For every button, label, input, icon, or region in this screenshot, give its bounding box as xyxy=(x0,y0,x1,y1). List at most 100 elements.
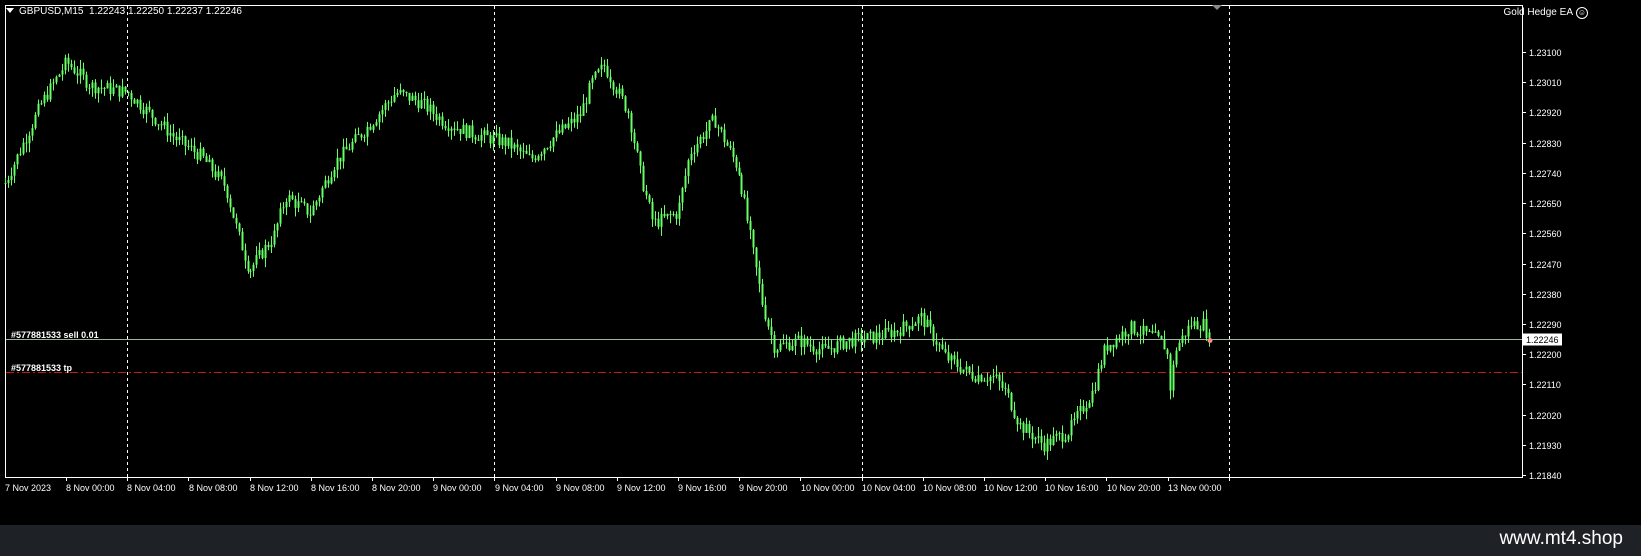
candle-body xyxy=(429,104,432,112)
candle-body xyxy=(103,88,106,90)
candle-body xyxy=(34,114,37,129)
candle-body xyxy=(866,333,869,340)
candle-body xyxy=(288,195,291,202)
candle-body xyxy=(932,326,935,342)
candle-body xyxy=(37,103,40,115)
candle-body xyxy=(1154,331,1157,333)
candle-body xyxy=(836,341,839,353)
candle-body xyxy=(699,136,702,145)
smiley-icon[interactable]: ☺ xyxy=(1576,7,1588,19)
candle-body xyxy=(941,344,944,349)
candle-body xyxy=(1019,422,1022,425)
candle-body xyxy=(1166,349,1169,355)
candle-body xyxy=(956,359,959,368)
candle-body xyxy=(480,134,483,141)
candle-body xyxy=(869,331,872,334)
candle-body xyxy=(977,375,980,382)
candle-body xyxy=(4,182,7,184)
candle-body xyxy=(585,103,588,105)
candle-body xyxy=(743,194,746,198)
candle-body xyxy=(375,122,378,126)
candle-body xyxy=(148,106,151,110)
candle-body xyxy=(136,99,139,104)
candle-body xyxy=(381,109,384,115)
candle-body xyxy=(863,339,866,343)
time-tick-label: 13 Nov 00:00 xyxy=(1168,483,1222,493)
candle-body xyxy=(1175,350,1178,365)
site-watermark: www.mt4.shop xyxy=(1499,528,1623,549)
candle-body xyxy=(112,87,115,94)
candle-body xyxy=(543,148,546,155)
candle-body xyxy=(465,124,468,139)
candle-body xyxy=(702,136,705,140)
candle-body xyxy=(232,207,235,218)
candle-body xyxy=(911,325,914,330)
candle-body xyxy=(1187,325,1190,337)
candle-body xyxy=(714,115,717,128)
time-tick-label: 10 Nov 04:00 xyxy=(862,483,916,493)
expert-advisor-label[interactable]: Gold Hedge EA ☺ xyxy=(1504,7,1588,19)
candle-body xyxy=(1169,354,1172,391)
price-chart[interactable]: 1.23100 1.23010 1.22920 1.22830 1.22740 1.226… xyxy=(0,0,1641,525)
candle-body xyxy=(459,128,462,134)
candle-body xyxy=(968,366,971,373)
candle-body xyxy=(935,341,938,345)
candle-body xyxy=(758,267,761,284)
price-tick-label: 1.22110 xyxy=(1529,380,1561,390)
candle-body xyxy=(926,319,929,328)
candle-body xyxy=(1085,407,1088,412)
candle-body xyxy=(1070,420,1073,436)
time-tick-label: 8 Nov 08:00 xyxy=(189,483,238,493)
price-tick-label: 1.21930 xyxy=(1529,441,1562,451)
candle-body xyxy=(609,76,612,83)
candle-body xyxy=(735,157,738,168)
candle-body xyxy=(333,169,336,178)
candle-body xyxy=(1097,368,1100,390)
candle-body xyxy=(1016,417,1019,425)
candle-body xyxy=(1058,433,1061,435)
candle-body xyxy=(917,316,920,324)
candle-body xyxy=(848,337,851,342)
candle-body xyxy=(1196,321,1199,330)
candle-body xyxy=(860,333,863,343)
chart-canvas[interactable]: 1.23100 1.23010 1.22920 1.22830 1.22740 1.226… xyxy=(0,0,1641,525)
candle-body xyxy=(291,195,294,200)
time-tick-label: 9 Nov 16:00 xyxy=(678,483,727,493)
candle-body xyxy=(720,127,723,130)
time-tick-label: 9 Nov 12:00 xyxy=(617,483,666,493)
candle-body xyxy=(947,352,950,361)
candle-body xyxy=(43,94,46,104)
candle-body xyxy=(468,125,471,139)
take-profit-label[interactable]: #577881533 tp xyxy=(11,363,72,373)
candle-body xyxy=(510,137,513,149)
candle-body xyxy=(426,98,429,112)
candle-body xyxy=(842,337,845,349)
candle-body xyxy=(223,176,226,186)
price-tick-label: 1.22380 xyxy=(1529,290,1562,300)
candle-body xyxy=(175,136,178,141)
candle-body xyxy=(214,171,217,178)
candle-body xyxy=(106,82,109,89)
sell-order-label[interactable]: #577881533 sell 0.01 xyxy=(11,330,99,340)
candle-body xyxy=(986,380,989,382)
candle-body xyxy=(998,374,1001,382)
dropdown-triangle-icon[interactable] xyxy=(6,8,14,13)
candle-body xyxy=(1067,435,1070,440)
candle-body xyxy=(854,332,857,347)
candle-body xyxy=(276,223,279,231)
candle-body xyxy=(621,88,624,97)
candle-body xyxy=(749,220,752,231)
candle-body xyxy=(752,230,755,248)
candle-body xyxy=(486,130,489,136)
candle-body xyxy=(154,117,157,125)
candle-body xyxy=(318,197,321,202)
chart-shift-marker-icon[interactable] xyxy=(1212,5,1222,10)
candle-body xyxy=(160,124,163,126)
footer-bar: www.mt4.shop xyxy=(0,525,1641,556)
candle-body xyxy=(528,153,531,155)
candle-body xyxy=(1076,411,1079,419)
candle-body xyxy=(624,96,627,112)
candle-body xyxy=(321,187,324,198)
candle-body xyxy=(839,337,842,342)
candle-body xyxy=(1073,418,1076,421)
